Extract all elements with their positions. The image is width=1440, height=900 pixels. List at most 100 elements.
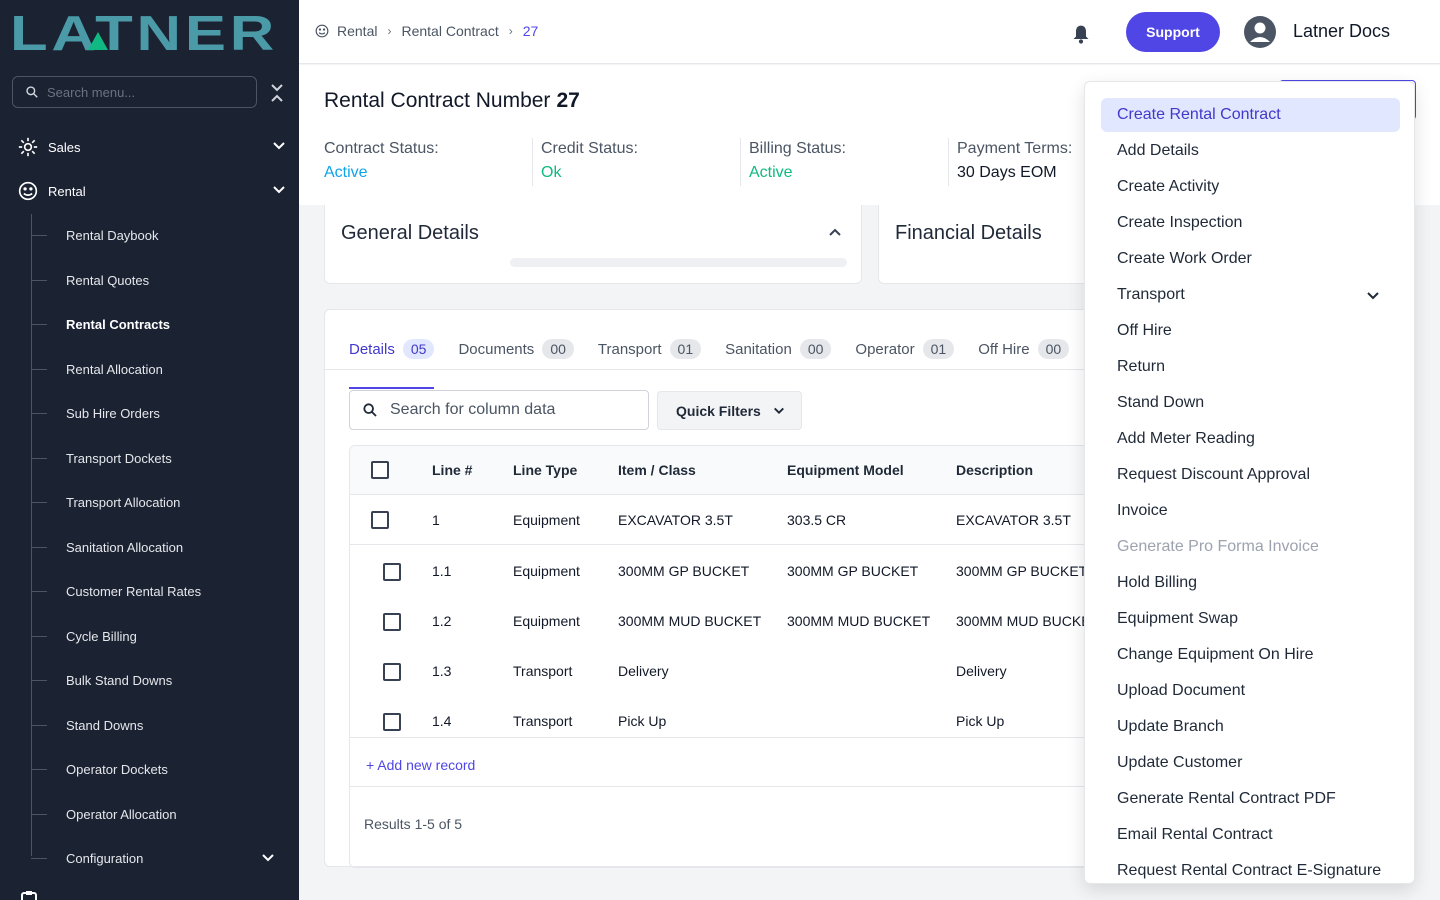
table-row[interactable]: 1 Equipment EXCAVATOR 3.5T 303.5 CR EXCA… — [350, 495, 1085, 545]
contract-number: 27 — [556, 89, 580, 112]
tab-off-hire[interactable]: Off Hire 00 — [978, 330, 1070, 368]
menu-item-request-e-signature[interactable]: Request Rental Contract E-Signature — [1101, 854, 1400, 883]
column-header[interactable]: Description — [956, 462, 1033, 478]
cell-item-class: 300MM MUD BUCKET — [618, 613, 762, 629]
user-name[interactable]: Latner Docs — [1293, 21, 1390, 42]
avatar[interactable] — [1244, 16, 1276, 48]
sidebar-item-label: Rental — [48, 183, 86, 199]
sidebar-item-sub-hire-orders[interactable]: Sub Hire Orders — [31, 403, 281, 423]
add-new-record-link[interactable]: + Add new record — [366, 757, 475, 773]
menu-item-email-rental-contract[interactable]: Email Rental Contract — [1101, 818, 1400, 852]
column-header[interactable]: Line # — [432, 462, 472, 478]
collapse-sidebar-icon[interactable] — [268, 82, 286, 104]
menu-item-create-work-order[interactable]: Create Work Order — [1101, 242, 1400, 276]
sidebar-item-label: Operator Dockets — [66, 761, 168, 777]
menu-item-equipment-swap[interactable]: Equipment Swap — [1101, 602, 1400, 636]
sidebar-item-label: Bulk Stand Downs — [66, 672, 173, 688]
sidebar-item-sales[interactable]: Sales — [18, 137, 286, 157]
sales-icon — [18, 137, 38, 157]
sidebar-item-transport-dockets[interactable]: Transport Dockets — [31, 448, 281, 468]
cell-item-class: EXCAVATOR 3.5T — [618, 512, 733, 528]
column-search-input[interactable] — [390, 401, 630, 419]
menu-item-create-rental-contract[interactable]: Create Rental Contract — [1101, 98, 1400, 132]
tab-sanitation[interactable]: Sanitation 00 — [725, 330, 832, 368]
sidebar-item-rental[interactable]: Rental — [18, 181, 286, 201]
top-header: Rental › Rental Contract › 27 Support La… — [299, 0, 1440, 64]
column-header[interactable]: Item / Class — [618, 462, 696, 478]
menu-item-stand-down[interactable]: Stand Down — [1101, 386, 1400, 420]
divider — [350, 737, 1085, 738]
menu-item-off-hire[interactable]: Off Hire — [1101, 314, 1400, 348]
row-checkbox[interactable] — [383, 563, 401, 581]
menu-item-transport[interactable]: Transport — [1101, 278, 1400, 312]
menu-item-create-inspection[interactable]: Create Inspection — [1101, 206, 1400, 240]
tab-operator[interactable]: Operator 01 — [855, 330, 955, 368]
sidebar-item-rental-allocation[interactable]: Rental Allocation — [31, 359, 281, 379]
payment-terms: Payment Terms: 30 Days EOM — [957, 140, 1072, 182]
column-header[interactable]: Line Type — [513, 462, 577, 478]
table-row[interactable]: 1.1 Equipment 300MM GP BUCKET 300MM GP B… — [350, 546, 1085, 596]
column-search[interactable] — [349, 390, 649, 430]
menu-item-invoice[interactable]: Invoice — [1101, 494, 1400, 528]
sidebar-item-bulk-stand-downs[interactable]: Bulk Stand Downs — [31, 670, 281, 690]
menu-item-hold-billing[interactable]: Hold Billing — [1101, 566, 1400, 600]
sidebar-item-label: Operator Allocation — [66, 806, 177, 822]
tab-count-badge: 05 — [402, 339, 435, 359]
cell-item-class: 300MM GP BUCKET — [618, 563, 750, 579]
menu-item-update-branch[interactable]: Update Branch — [1101, 710, 1400, 744]
sidebar-item-stand-downs[interactable]: Stand Downs — [31, 715, 281, 735]
contract-title-label: Rental Contract Number — [324, 89, 551, 112]
table-row[interactable]: 1.2 Equipment 300MM MUD BUCKET 300MM MUD… — [350, 596, 1085, 646]
details-table: Line # Line Type Item / Class Equipment … — [349, 445, 1085, 868]
menu-item-change-equipment-on-hire[interactable]: Change Equipment On Hire — [1101, 638, 1400, 672]
support-button[interactable]: Support — [1126, 12, 1220, 52]
tab-count-badge: 00 — [542, 339, 574, 359]
breadcrumb-rental-contract[interactable]: Rental Contract — [401, 23, 498, 39]
bell-icon[interactable] — [1071, 24, 1091, 49]
table-row[interactable]: 1.3 Transport Delivery Delivery — [350, 646, 1085, 696]
sidebar-item-transport-allocation[interactable]: Transport Allocation — [31, 492, 281, 512]
menu-search-input[interactable] — [47, 84, 237, 100]
menu-item-upload-document[interactable]: Upload Document — [1101, 674, 1400, 708]
cell-item-class: Delivery — [618, 663, 669, 679]
breadcrumb-rental[interactable]: Rental — [337, 23, 377, 39]
sidebar-item-cycle-billing[interactable]: Cycle Billing — [31, 626, 281, 646]
sidebar-item-rental-daybook[interactable]: Rental Daybook — [31, 225, 281, 245]
table-row[interactable]: 1.4 Transport Pick Up Pick Up — [350, 696, 1085, 746]
chevron-up-icon[interactable] — [828, 225, 842, 239]
tab-label: Details — [349, 340, 395, 358]
sidebar-item-operator-dockets[interactable]: Operator Dockets — [31, 759, 281, 779]
tab-documents[interactable]: Documents 00 — [458, 330, 574, 368]
sidebar-item-sanitation-allocation[interactable]: Sanitation Allocation — [31, 537, 281, 557]
tab-details[interactable]: Details 05 — [349, 330, 435, 389]
latner-logo[interactable]: LATNER — [10, 7, 280, 61]
menu-item-generate-rental-contract-pdf[interactable]: Generate Rental Contract PDF — [1101, 782, 1400, 816]
cell-description: 300MM MUD BUCKET — [956, 613, 1085, 629]
sidebar-item-operator-allocation[interactable]: Operator Allocation — [31, 804, 281, 824]
row-checkbox[interactable] — [383, 613, 401, 631]
tab-label: Off Hire — [978, 340, 1030, 358]
sidebar-item-rental-contracts[interactable]: Rental Contracts — [31, 314, 281, 334]
menu-search[interactable] — [12, 76, 257, 108]
column-header[interactable]: Equipment Model — [787, 462, 904, 478]
row-checkbox[interactable] — [371, 511, 389, 529]
tab-label: Sanitation — [725, 340, 792, 358]
menu-item-request-discount-approval[interactable]: Request Discount Approval — [1101, 458, 1400, 492]
menu-item-add-meter-reading[interactable]: Add Meter Reading — [1101, 422, 1400, 456]
menu-item-update-customer[interactable]: Update Customer — [1101, 746, 1400, 780]
menu-item-return[interactable]: Return — [1101, 350, 1400, 384]
menu-item-create-activity[interactable]: Create Activity — [1101, 170, 1400, 204]
row-checkbox[interactable] — [383, 663, 401, 681]
tab-transport[interactable]: Transport 01 — [598, 330, 702, 368]
tab-count-badge: 01 — [922, 339, 955, 359]
sidebar-item-configuration[interactable]: Configuration — [31, 848, 281, 868]
sidebar-item-rental-quotes[interactable]: Rental Quotes — [31, 270, 281, 290]
select-all-checkbox[interactable] — [371, 461, 389, 479]
breadcrumb-current: 27 — [522, 23, 539, 39]
details-card: Details 05 Documents 00 Transport 01 Sanita… — [324, 309, 1124, 868]
chevron-down-icon — [773, 407, 784, 414]
sidebar-item-customer-rental-rates[interactable]: Customer Rental Rates — [31, 581, 281, 601]
row-checkbox[interactable] — [383, 713, 401, 731]
quick-filters-button[interactable]: Quick Filters — [657, 391, 802, 430]
menu-item-add-details[interactable]: Add Details — [1101, 134, 1400, 168]
